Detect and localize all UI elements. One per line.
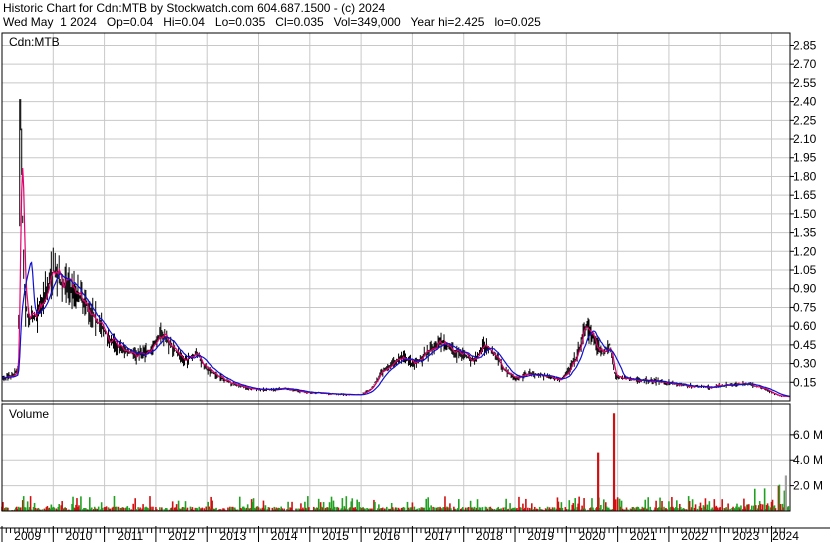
stock-chart: Cdn:MTB Volume 0.15 0.30 0.45 0.60 0.75 0.90 1… [0, 32, 830, 543]
price-tick-label: 0.15 [793, 375, 817, 389]
price-tick-label: 2.70 [793, 57, 817, 71]
price-tick-label: 2.55 [793, 76, 817, 90]
year-label: 2019 [527, 529, 554, 543]
price-tick-label: 0.75 [793, 300, 817, 314]
moving-average-short-line [1, 167, 790, 398]
moving-average-long-line [1, 261, 790, 397]
price-tick-label: 0.90 [793, 282, 817, 296]
year-label: 2009 [14, 529, 41, 543]
year-label: 2023 [733, 529, 760, 543]
price-tick-label: 1.05 [793, 263, 817, 277]
price-tick-label: 1.20 [793, 244, 817, 258]
year-label: 2014 [271, 529, 298, 543]
price-panel-label: Cdn:MTB [9, 35, 60, 49]
year-label: 2012 [168, 529, 195, 543]
price-tick-label: 1.35 [793, 226, 817, 240]
year-label: 2022 [681, 529, 708, 543]
volume-tick-label: 4.0 M [793, 453, 823, 467]
year-label: 2011 [117, 529, 143, 543]
volume-panel-label: Volume [9, 407, 49, 421]
price-tick-label: 1.65 [793, 188, 817, 202]
year-label: 2016 [373, 529, 400, 543]
price-tick-label: 2.40 [793, 95, 817, 109]
year-label: 2021 [630, 529, 657, 543]
year-label: 2015 [322, 529, 349, 543]
price-tick-label: 0.45 [793, 338, 817, 352]
price-tick-label: 2.25 [793, 113, 817, 127]
year-label: 2020 [579, 529, 606, 543]
year-label: 2010 [66, 529, 93, 543]
price-tick-label: 2.85 [793, 38, 817, 52]
price-tick-label: 1.95 [793, 151, 817, 165]
volume-tick-label: 6.0 M [793, 428, 823, 442]
price-tick-label: 2.10 [793, 132, 817, 146]
price-tick-label: 1.50 [793, 207, 817, 221]
price-tick-label: 0.30 [793, 357, 817, 371]
year-label: 2017 [425, 529, 452, 543]
price-tick-label: 0.60 [793, 319, 817, 333]
price-tick-label: 1.80 [793, 169, 817, 183]
year-label: 2018 [476, 529, 503, 543]
volume-panel-frame [1, 403, 791, 512]
year-label: 2024 [772, 529, 799, 543]
volume-tick-label: 2.0 M [793, 479, 823, 493]
year-label: 2013 [220, 529, 247, 543]
